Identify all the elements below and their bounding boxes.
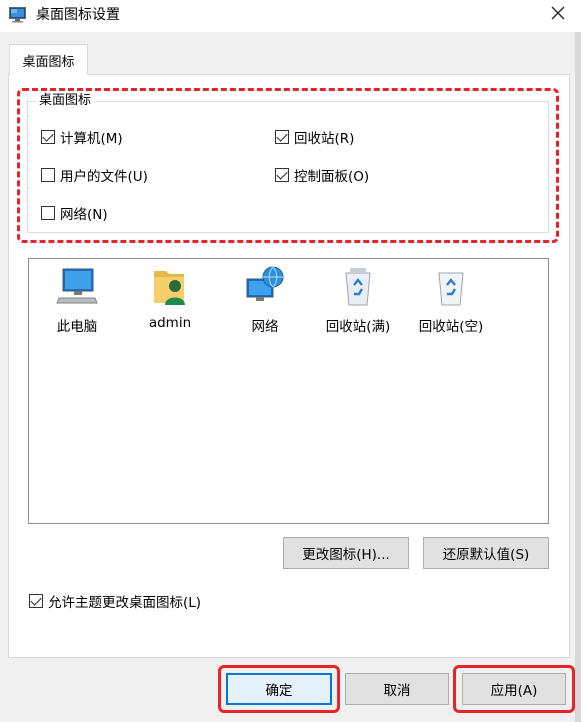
- icon-label: admin: [148, 315, 192, 331]
- icon-list[interactable]: 此电脑 admin 网络 回收站(满) 回收站(空): [28, 258, 549, 524]
- checkbox-box[interactable]: [41, 130, 55, 144]
- checkbox-user-files[interactable]: 用户的文件(U): [41, 165, 148, 185]
- ok-button[interactable]: 确定: [226, 673, 332, 705]
- checkbox-control-panel[interactable]: 控制面板(O): [275, 165, 369, 185]
- icon-label: 网络: [251, 319, 279, 335]
- recycle-bin-empty-icon: [429, 265, 473, 309]
- restore-default-button[interactable]: 还原默认值(S): [423, 537, 549, 569]
- checkbox-box[interactable]: [275, 130, 289, 144]
- desktop-settings-icon: [9, 7, 26, 23]
- icon-label: 此电脑: [56, 319, 98, 335]
- icon-label: 回收站(空): [418, 319, 484, 335]
- user-folder-icon: [148, 265, 192, 309]
- close-icon: [551, 6, 565, 24]
- list-item-this-pc[interactable]: 此电脑: [37, 265, 117, 335]
- checkbox-recycle-bin[interactable]: 回收站(R): [275, 127, 354, 147]
- checkbox-network[interactable]: 网络(N): [41, 203, 108, 223]
- checkbox-box[interactable]: [29, 594, 43, 608]
- checkbox-label: 用户的文件(U): [60, 169, 148, 185]
- cancel-button[interactable]: 取消: [345, 673, 449, 705]
- checkbox-allow-themes[interactable]: 允许主题更改桌面图标(L): [29, 591, 201, 611]
- checkbox-computer[interactable]: 计算机(M): [41, 127, 123, 147]
- recycle-bin-full-icon: [336, 265, 380, 309]
- title-bar: 桌面图标设置: [0, 0, 581, 32]
- checkbox-box[interactable]: [275, 168, 289, 182]
- icon-label: 回收站(满): [325, 319, 391, 335]
- checkbox-label: 允许主题更改桌面图标(L): [48, 595, 202, 611]
- tab-desktop-icons[interactable]: 桌面图标: [9, 44, 88, 75]
- groupbox-legend: 桌面图标: [36, 92, 95, 109]
- checkbox-label: 网络(N): [60, 207, 108, 223]
- checkbox-label: 控制面板(O): [294, 169, 370, 185]
- computer-icon: [55, 265, 99, 309]
- close-button[interactable]: [540, 0, 576, 30]
- window-title: 桌面图标设置: [36, 7, 120, 23]
- network-icon: [243, 265, 287, 309]
- checkbox-label: 回收站(R): [294, 131, 355, 147]
- checkbox-box[interactable]: [41, 168, 55, 182]
- checkbox-label: 计算机(M): [60, 131, 123, 147]
- list-item-network[interactable]: 网络: [225, 265, 305, 335]
- window-edge: [575, 32, 581, 722]
- change-icon-button[interactable]: 更改图标(H)...: [283, 537, 409, 569]
- apply-button[interactable]: 应用(A): [462, 673, 566, 705]
- list-item-recycle-empty[interactable]: 回收站(空): [411, 265, 491, 335]
- list-item-admin[interactable]: admin: [130, 265, 210, 331]
- list-item-recycle-full[interactable]: 回收站(满): [318, 265, 398, 335]
- checkbox-box[interactable]: [41, 206, 55, 220]
